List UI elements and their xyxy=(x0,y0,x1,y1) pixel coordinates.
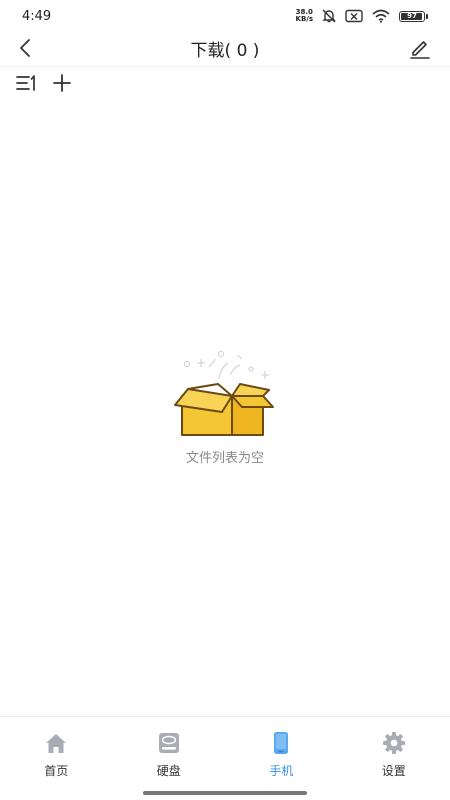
back-button[interactable] xyxy=(14,36,38,60)
battery-cap xyxy=(426,13,428,19)
page-title: 下载( 0 ) xyxy=(190,40,260,61)
wifi-icon xyxy=(372,9,390,23)
hard-drive-icon xyxy=(158,733,179,753)
nav-item-home[interactable]: 首页 xyxy=(0,717,113,781)
nav-label-hard-drive: 硬盘 xyxy=(156,764,181,778)
gear-icon xyxy=(382,732,405,754)
empty-state: 文件列表为空 xyxy=(0,345,450,466)
home-indicator[interactable] xyxy=(143,791,307,795)
nav-label-phone: 手机 xyxy=(269,764,294,778)
add-button[interactable] xyxy=(50,71,74,95)
nav-item-phone[interactable]: 手机 xyxy=(225,717,338,781)
empty-message: 文件列表为空 xyxy=(185,451,264,466)
empty-box-icon xyxy=(174,350,274,436)
title-bar: 下载( 0 ) xyxy=(0,32,450,64)
home-icon xyxy=(46,734,67,753)
status-bar: 4:49 38.0 KB/s 97 xyxy=(0,0,450,32)
nav-label-settings: 设置 xyxy=(381,764,406,778)
network-speed: 38.0 KB/s xyxy=(296,9,313,23)
nav-item-hard-drive[interactable]: 硬盘 xyxy=(113,717,226,781)
status-icons: 38.0 KB/s 97 xyxy=(296,8,428,24)
phone-icon xyxy=(274,732,289,754)
battery-icon: 97 xyxy=(399,10,425,22)
toolbar xyxy=(0,66,450,99)
nav-label-home: 首页 xyxy=(44,764,69,778)
network-speed-unit: KB/s xyxy=(295,15,313,23)
edit-button[interactable] xyxy=(408,36,432,60)
no-sim-icon xyxy=(345,9,363,23)
status-time: 4:49 xyxy=(22,8,52,24)
sort-button[interactable] xyxy=(14,71,40,95)
bottom-nav: 首页 硬盘 手机 设置 xyxy=(0,716,450,781)
battery-indicator: 97 xyxy=(399,10,428,22)
nav-item-settings[interactable]: 设置 xyxy=(338,717,450,781)
battery-level: 97 xyxy=(407,12,417,20)
bell-muted-icon xyxy=(322,9,336,23)
